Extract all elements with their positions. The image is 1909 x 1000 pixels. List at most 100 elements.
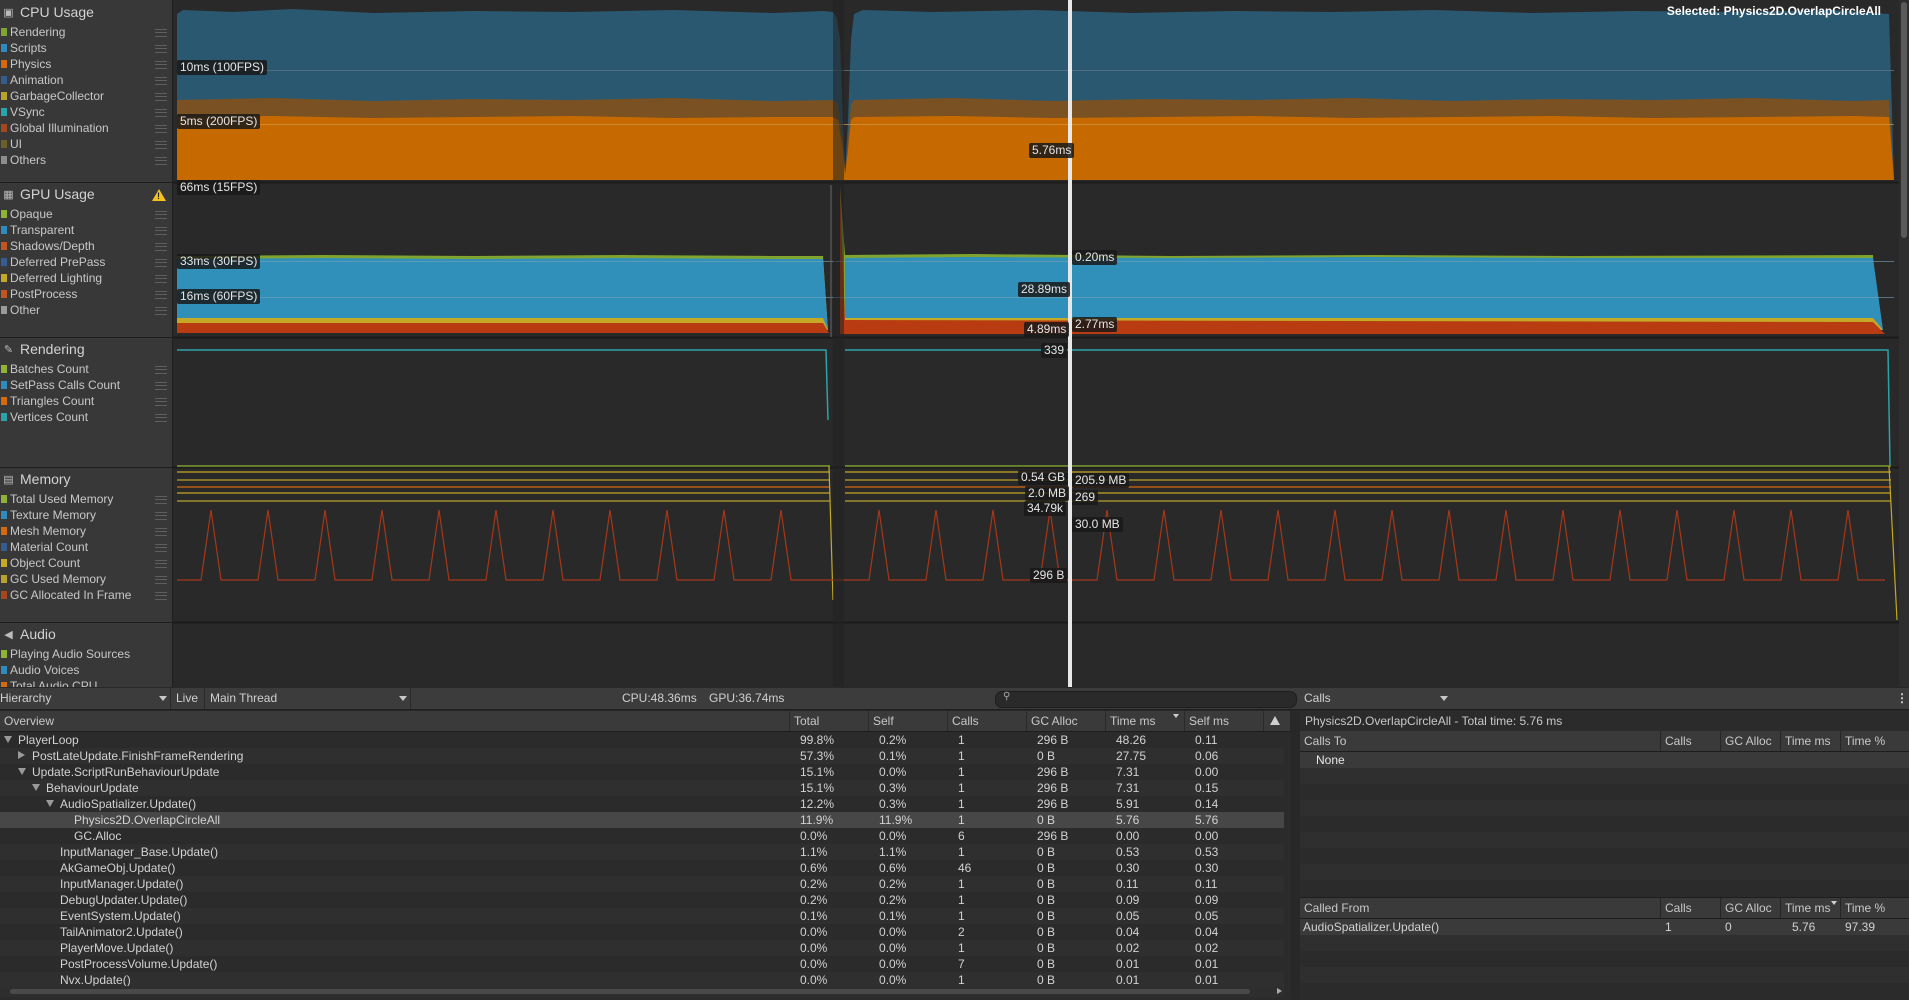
column-warning[interactable] [1263, 711, 1290, 731]
legend-item[interactable]: PostProcess [0, 286, 172, 302]
called-from-col-gc[interactable]: GC Alloc [1720, 898, 1780, 918]
drag-handle-icon[interactable] [155, 227, 167, 235]
legend-item[interactable]: GarbageCollector [0, 88, 172, 104]
legend-item[interactable]: Global Illumination [0, 120, 172, 136]
drag-handle-icon[interactable] [155, 512, 167, 520]
search-input[interactable]: ⚲ [995, 691, 1297, 708]
table-row[interactable]: PostLateUpdate.FinishFrameRendering 57.3%… [0, 748, 1284, 764]
drag-handle-icon[interactable] [155, 211, 167, 219]
warning-icon[interactable]: ! [152, 189, 166, 201]
drag-handle-icon[interactable] [155, 157, 167, 165]
legend-item[interactable]: Object Count [0, 555, 172, 571]
drag-handle-icon[interactable] [155, 291, 167, 299]
column-overview[interactable]: Overview [0, 711, 789, 731]
rendering-module[interactable]: ✎ Rendering Batches Count SetPass Calls C… [0, 337, 172, 468]
live-toggle[interactable]: Live [176, 688, 205, 709]
timeline-scrollbar[interactable] [1899, 0, 1909, 687]
legend-item[interactable]: Others [0, 152, 172, 168]
table-row[interactable]: PlayerLoop 99.8% 0.2% 1 296 B 48.26 0.11 [0, 732, 1284, 748]
drag-handle-icon[interactable] [155, 125, 167, 133]
legend-item[interactable]: UI [0, 136, 172, 152]
table-row[interactable]: GC.Alloc 0.0% 0.0% 6 296 B 0.00 0.00 [0, 828, 1284, 844]
legend-item[interactable]: Scripts [0, 40, 172, 56]
audio-module[interactable]: ◀ Audio Playing Audio Sources Audio Voice… [0, 622, 172, 687]
legend-item[interactable]: GC Used Memory [0, 571, 172, 587]
drag-handle-icon[interactable] [155, 307, 167, 315]
legend-item[interactable]: Triangles Count [0, 393, 172, 409]
drag-handle-icon[interactable] [155, 366, 167, 374]
drag-handle-icon[interactable] [155, 141, 167, 149]
expand-arrow-icon[interactable] [32, 784, 40, 791]
legend-item[interactable]: Playing Audio Sources [0, 646, 172, 662]
drag-handle-icon[interactable] [155, 576, 167, 584]
profiler-timeline[interactable]: Selected: Physics2D.OverlapCircleAll 10m… [173, 0, 1909, 687]
calls-to-col-calls[interactable]: Calls [1660, 731, 1720, 751]
calls-to-col-pct[interactable]: Time % [1840, 731, 1905, 751]
table-row[interactable]: DebugUpdater.Update() 0.2% 0.2% 1 0 B 0.09 0.0… [0, 892, 1284, 908]
legend-item[interactable]: Total Used Memory [0, 491, 172, 507]
cpu-module[interactable]: ▣ CPU Usage Rendering Scripts Physics Anima… [0, 0, 172, 183]
table-row[interactable]: PlayerMove.Update() 0.0% 0.0% 1 0 B 0.02 0.02 [0, 940, 1284, 956]
table-row[interactable]: EventSystem.Update() 0.1% 0.1% 1 0 B 0.05 0.05 [0, 908, 1284, 924]
table-row[interactable]: BehaviourUpdate 15.1% 0.3% 1 296 B 7.31 0.15 [0, 780, 1284, 796]
drag-handle-icon[interactable] [155, 382, 167, 390]
expand-arrow-icon[interactable] [4, 736, 12, 743]
table-row[interactable]: AudioSpatializer.Update() 12.2% 0.3% 1 296 B… [0, 796, 1284, 812]
drag-handle-icon[interactable] [155, 259, 167, 267]
drag-handle-icon[interactable] [155, 45, 167, 53]
table-row[interactable]: AkGameObj.Update() 0.6% 0.6% 46 0 B 0.30 0.30 [0, 860, 1284, 876]
table-row[interactable]: PostProcessVolume.Update() 0.0% 0.0% 7 0 B 0.… [0, 956, 1284, 972]
thread-dropdown[interactable]: Main Thread [210, 688, 411, 709]
drag-handle-icon[interactable] [155, 398, 167, 406]
drag-handle-icon[interactable] [155, 61, 167, 69]
gpu-module-title[interactable]: ▦ GPU Usage [3, 185, 94, 203]
expand-arrow-icon[interactable] [46, 800, 54, 807]
scroll-right-icon[interactable] [1277, 988, 1282, 994]
hierarchy-scrollbar[interactable] [1289, 735, 1290, 990]
called-from-col-calls[interactable]: Calls [1660, 898, 1720, 918]
called-from-col-name[interactable]: Called From [1300, 898, 1659, 918]
rendering-module-title[interactable]: ✎ Rendering [3, 340, 85, 358]
column-total[interactable]: Total [789, 711, 869, 731]
view-mode-dropdown[interactable]: Hierarchy [0, 688, 171, 709]
drag-handle-icon[interactable] [155, 77, 167, 85]
drag-handle-icon[interactable] [155, 560, 167, 568]
drag-handle-icon[interactable] [155, 592, 167, 600]
drag-handle-icon[interactable] [155, 243, 167, 251]
drag-handle-icon[interactable] [155, 528, 167, 536]
drag-handle-icon[interactable] [155, 93, 167, 101]
drag-handle-icon[interactable] [155, 496, 167, 504]
called-from-col-pct[interactable]: Time % [1840, 898, 1905, 918]
legend-item[interactable]: SetPass Calls Count [0, 377, 172, 393]
calls-mode-dropdown[interactable]: Calls [1304, 688, 1448, 709]
list-item[interactable]: None [1300, 752, 1909, 768]
list-item[interactable]: AudioSpatializer.Update() 1 0 5.76 97.39 [1300, 919, 1909, 935]
drag-handle-icon[interactable] [155, 29, 167, 37]
drag-handle-icon[interactable] [155, 275, 167, 283]
expand-arrow-icon[interactable] [18, 768, 26, 775]
drag-handle-icon[interactable] [155, 414, 167, 422]
memory-module[interactable]: ▤ Memory Total Used Memory Texture Memory… [0, 467, 172, 623]
drag-handle-icon[interactable] [155, 544, 167, 552]
legend-item[interactable]: Other [0, 302, 172, 318]
legend-item[interactable]: Audio Voices [0, 662, 172, 678]
column-gc-alloc[interactable]: GC Alloc [1026, 711, 1106, 731]
legend-item[interactable]: VSync [0, 104, 172, 120]
legend-item[interactable]: Animation [0, 72, 172, 88]
legend-item[interactable]: Opaque [0, 206, 172, 222]
column-self-ms[interactable]: Self ms [1184, 711, 1264, 731]
legend-item[interactable]: Deferred PrePass [0, 254, 172, 270]
calls-to-col-gc[interactable]: GC Alloc [1720, 731, 1780, 751]
legend-item[interactable]: Shadows/Depth [0, 238, 172, 254]
calls-to-col-time[interactable]: Time ms [1780, 731, 1840, 751]
collapse-arrow-icon[interactable] [18, 751, 25, 759]
cpu-module-title[interactable]: ▣ CPU Usage [3, 3, 94, 21]
audio-module-title[interactable]: ◀ Audio [3, 625, 56, 643]
memory-module-title[interactable]: ▤ Memory [3, 470, 70, 488]
legend-item[interactable]: Batches Count [0, 361, 172, 377]
drag-handle-icon[interactable] [155, 109, 167, 117]
column-self[interactable]: Self [868, 711, 948, 731]
table-row[interactable]: Physics2D.OverlapCircleAll 11.9% 11.9% 1 0 B… [0, 812, 1284, 828]
legend-item[interactable]: Material Count [0, 539, 172, 555]
table-row[interactable]: InputManager_Base.Update() 1.1% 1.1% 1 0 B 0.… [0, 844, 1284, 860]
